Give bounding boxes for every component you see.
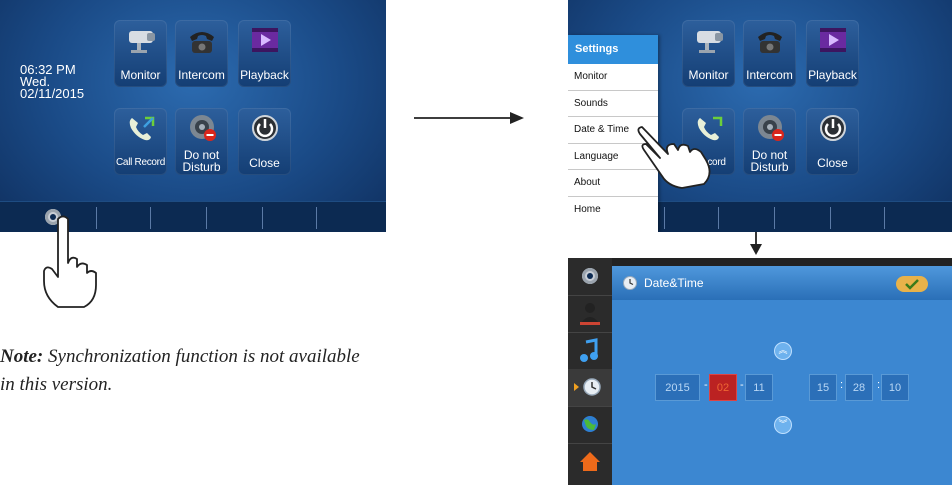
sidebar-language[interactable]: [568, 406, 612, 444]
intercom-tile[interactable]: Intercom: [175, 20, 228, 87]
do-not-disturb-line2: Disturb: [750, 160, 789, 174]
year-field[interactable]: 2015: [655, 374, 700, 401]
date-time-screen: Date&Time ︽ 2015 - 02 - 11 15 : 28 : 10 …: [568, 258, 952, 485]
playback-tile[interactable]: Playback: [806, 20, 859, 87]
playback-icon: [251, 28, 278, 52]
note-text: Note: Synchronization function is not av…: [0, 343, 520, 399]
camera-icon: [696, 31, 723, 53]
close-tile[interactable]: Close: [806, 108, 859, 175]
playback-label: Playback: [240, 68, 289, 82]
camera-icon: [128, 31, 155, 53]
playback-tile[interactable]: Playback: [238, 20, 291, 87]
settings-sidebar: [568, 258, 612, 485]
globe-icon: [582, 416, 598, 432]
intercom-tile[interactable]: Intercom: [743, 20, 796, 87]
playback-icon: [819, 28, 846, 52]
bar-divider: [664, 207, 665, 229]
do-not-disturb-icon: [189, 115, 216, 141]
monitor-tile[interactable]: Monitor: [682, 20, 735, 87]
note-body-line2: in this version.: [0, 374, 113, 395]
flow-arrow-right-icon: [414, 112, 524, 124]
menu-item-sounds[interactable]: Sounds: [568, 91, 658, 118]
gear-icon: [582, 268, 598, 284]
do-not-disturb-tile[interactable]: Do not Disturb: [743, 108, 796, 175]
power-icon: [251, 115, 278, 141]
sidebar-monitor[interactable]: [568, 295, 612, 333]
bar-divider: [150, 207, 151, 229]
do-not-disturb-label: Do not Disturb: [169, 149, 234, 173]
bar-divider: [206, 207, 207, 229]
month-field[interactable]: 02: [709, 374, 737, 401]
note-lead: Note:: [0, 346, 44, 367]
call-record-tile[interactable]: Call Record: [114, 108, 167, 175]
menu-item-home[interactable]: Home: [568, 197, 658, 224]
confirm-check-icon[interactable]: [896, 276, 928, 292]
do-not-disturb-label: Do not Disturb: [737, 149, 802, 173]
bar-divider: [884, 207, 885, 229]
close-label: Close: [817, 156, 848, 170]
minute-field[interactable]: 28: [845, 374, 873, 401]
person-icon: [580, 303, 600, 325]
date-time-title-bar: Date&Time: [612, 266, 952, 300]
time-separator: :: [840, 379, 844, 391]
do-not-disturb-tile[interactable]: Do not Disturb: [175, 108, 228, 175]
sidebar-sounds[interactable]: [568, 332, 612, 370]
bar-divider: [774, 207, 775, 229]
intercom-label: Intercom: [178, 68, 225, 82]
hour-field[interactable]: 15: [809, 374, 837, 401]
sidebar-settings[interactable]: [568, 258, 612, 296]
tapping-hand-icon: [637, 126, 711, 189]
second-field[interactable]: 10: [881, 374, 909, 401]
increase-arrow-icon[interactable]: ︽: [774, 342, 792, 360]
call-record-label: Call Record: [116, 157, 165, 168]
monitor-tile[interactable]: Monitor: [114, 20, 167, 87]
pointing-hand-icon: [43, 215, 97, 308]
monitor-label: Monitor: [688, 68, 729, 82]
power-icon: [819, 115, 846, 141]
clock-icon: [623, 276, 637, 290]
clock-date: 02/11/2015: [20, 86, 85, 101]
sidebar-home[interactable]: [568, 443, 612, 480]
menu-item-monitor[interactable]: Monitor: [568, 64, 658, 91]
home-screen-with-settings-menu: Monitor Intercom Playback cord Do not Di…: [568, 0, 952, 232]
do-not-disturb-line2: Disturb: [182, 160, 221, 174]
bar-divider: [830, 207, 831, 229]
bar-divider: [262, 207, 263, 229]
home-screen: 06:32 PM Wed. 02/11/2015 Monitor Interco…: [0, 0, 386, 232]
sidebar-date-time[interactable]: [568, 369, 612, 407]
home-icon: [580, 452, 600, 471]
clock-icon: [574, 378, 601, 396]
close-label: Close: [249, 156, 280, 170]
phone-icon: [189, 32, 214, 53]
note-body: Synchronization function is not availabl…: [43, 346, 360, 367]
call-record-icon: [129, 116, 154, 141]
music-note-icon: [580, 338, 598, 362]
date-separator: -: [740, 379, 744, 391]
bar-divider: [316, 207, 317, 229]
phone-icon: [757, 32, 782, 53]
intercom-label: Intercom: [746, 68, 793, 82]
monitor-label: Monitor: [120, 68, 161, 82]
date-time-panel: Date&Time ︽ 2015 - 02 - 11 15 : 28 : 10 …: [612, 266, 952, 485]
date-separator: -: [704, 379, 708, 391]
date-time-title: Date&Time: [644, 276, 704, 290]
time-separator: :: [877, 379, 881, 391]
clock-display: 06:32 PM Wed. 02/11/2015: [20, 63, 85, 101]
bar-divider: [718, 207, 719, 229]
close-tile[interactable]: Close: [238, 108, 291, 175]
playback-label: Playback: [808, 68, 857, 82]
do-not-disturb-icon: [757, 115, 784, 141]
decrease-arrow-icon[interactable]: ︾: [774, 416, 792, 434]
flow-arrow-down-icon: [750, 232, 762, 255]
settings-menu-title: Settings: [568, 35, 658, 64]
day-field[interactable]: 11: [745, 374, 773, 401]
